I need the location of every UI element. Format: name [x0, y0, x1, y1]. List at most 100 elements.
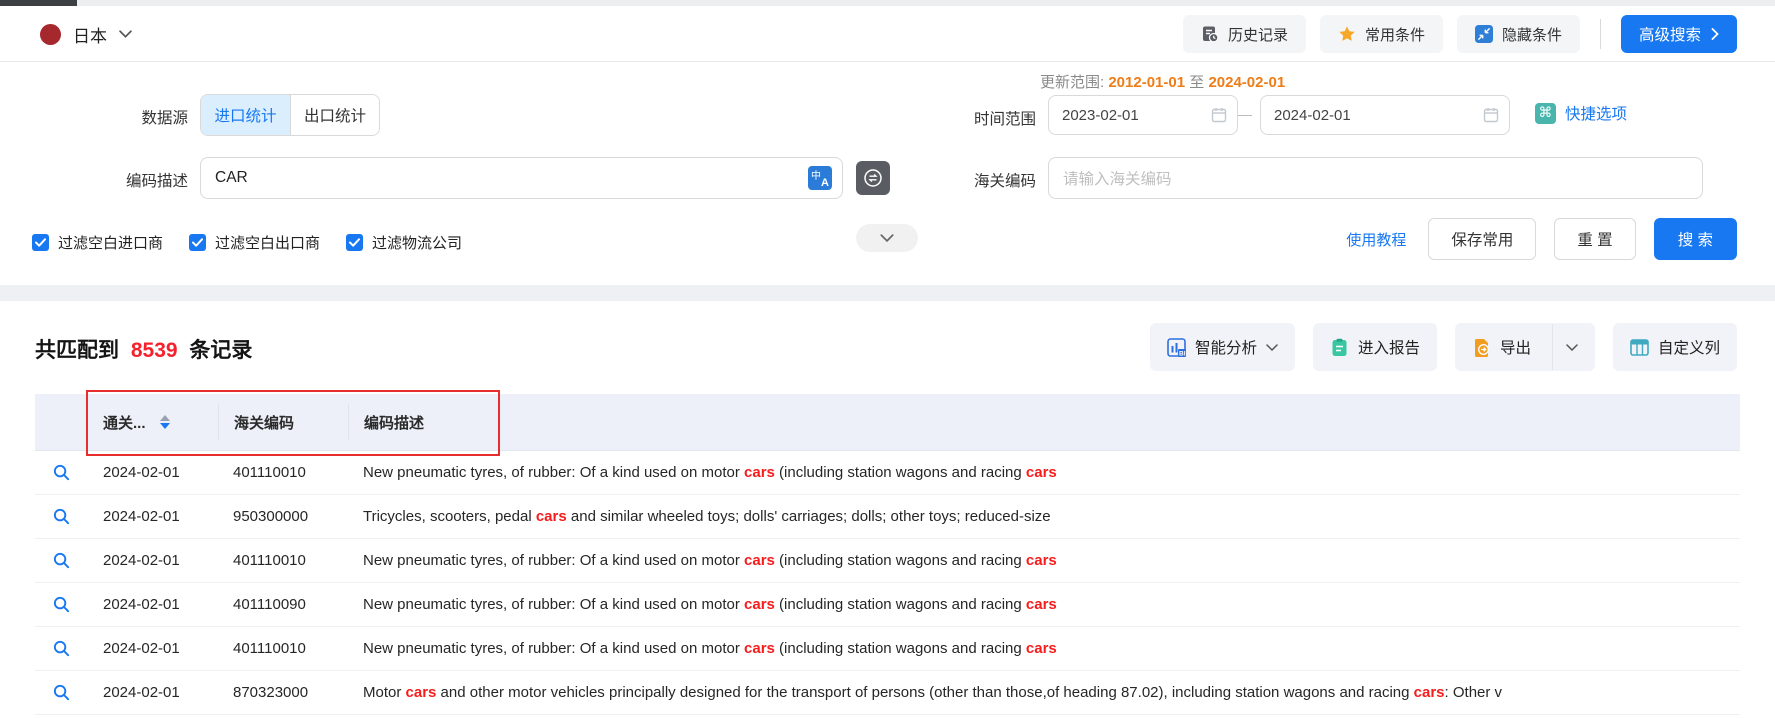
expand-collapse-pill[interactable] — [856, 224, 918, 252]
magnifier-icon[interactable] — [52, 507, 71, 526]
app-screen: 日本 历史记录 常用条件 隐藏条件 高级搜索 更新范 — [0, 0, 1775, 719]
magnifier-icon[interactable] — [52, 595, 71, 614]
table-row[interactable]: 2024-02-01 401110010 New pneumatic tyres… — [35, 451, 1740, 495]
advanced-search-button[interactable]: 高级搜索 — [1621, 15, 1737, 53]
sort-control[interactable] — [160, 415, 170, 429]
quick-options-link[interactable]: ⌘ 快捷选项 — [1535, 102, 1627, 124]
filter-panel: 更新范围: 2012-01-01 至 2024-02-01 数据源 进口统计 出… — [0, 62, 1775, 285]
table-header: 通关... 海关编码 编码描述 — [35, 394, 1740, 451]
top-bar-actions: 历史记录 常用条件 隐藏条件 高级搜索 — [1183, 15, 1737, 53]
history-button[interactable]: 历史记录 — [1183, 15, 1306, 53]
results-count: 8539 — [131, 339, 178, 362]
advanced-search-label: 高级搜索 — [1639, 23, 1701, 45]
chevron-right-icon — [1711, 28, 1719, 40]
tab-import-stats[interactable]: 进口统计 — [201, 95, 290, 135]
cell-date: 2024-02-01 — [103, 684, 180, 701]
date-to-value: 2024-02-01 — [1274, 107, 1483, 124]
checkbox-filter-importer[interactable]: 过滤空白进口商 — [32, 232, 163, 253]
results-summary: 共匹配到 8539 条记录 — [35, 334, 252, 364]
results-table: 通关... 海关编码 编码描述 2024-02-01 401110010 New… — [35, 394, 1740, 715]
date-to-input[interactable]: 2024-02-01 — [1260, 95, 1510, 135]
cell-desc: Motor cars and other motor vehicles prin… — [348, 684, 1740, 701]
magnifier-icon[interactable] — [52, 639, 71, 658]
cell-desc: Tricycles, scooters, pedal cars and simi… — [348, 508, 1740, 525]
smart-analysis-label: 智能分析 — [1195, 336, 1257, 358]
calendar-icon — [1211, 107, 1227, 123]
enter-report-button[interactable]: 进入报告 — [1313, 323, 1437, 371]
cell-date: 2024-02-01 — [103, 552, 180, 569]
checkbox-row: 过滤空白进口商 过滤空白出口商 过滤物流公司 — [32, 228, 462, 256]
collapse-icon — [1475, 25, 1493, 43]
bi-chart-icon: BI — [1167, 338, 1186, 357]
hide-conditions-button[interactable]: 隐藏条件 — [1457, 15, 1580, 53]
code-desc-input[interactable]: CAR 中 A — [200, 157, 843, 199]
table-row[interactable]: 2024-02-01 401110090 New pneumatic tyres… — [35, 583, 1740, 627]
custom-columns-button[interactable]: 自定义列 — [1613, 323, 1737, 371]
save-common-button[interactable]: 保存常用 — [1428, 218, 1536, 260]
cell-date: 2024-02-01 — [103, 464, 180, 481]
chevron-down-icon — [119, 30, 132, 38]
chevron-down-icon — [880, 234, 894, 242]
data-source-label: 数据源 — [0, 106, 188, 128]
table-row[interactable]: 2024-02-01 401110010 New pneumatic tyres… — [35, 627, 1740, 671]
top-bar: 日本 历史记录 常用条件 隐藏条件 高级搜索 — [0, 6, 1775, 62]
checkbox-filter-exporter[interactable]: 过滤空白出口商 — [189, 232, 320, 253]
star-icon — [1338, 25, 1356, 43]
history-icon — [1201, 25, 1219, 43]
cell-date: 2024-02-01 — [103, 508, 180, 525]
table-body: 2024-02-01 401110010 New pneumatic tyres… — [35, 451, 1740, 715]
code-desc-value: CAR — [215, 169, 808, 187]
time-range-label: 时间范围 — [850, 107, 1036, 129]
checkbox-checked-icon — [189, 234, 206, 251]
translate-icon[interactable]: 中 A — [808, 166, 832, 190]
button-divider — [1552, 324, 1553, 370]
country-selector[interactable]: 日本 — [40, 18, 132, 50]
results-toolbar: BI 智能分析 进入报告 导出 自定义列 — [1150, 323, 1737, 371]
header-hs-code[interactable]: 海关编码 — [218, 404, 348, 440]
magnifier-icon[interactable] — [52, 683, 71, 702]
japan-flag-icon — [40, 24, 61, 45]
search-button[interactable]: 搜 索 — [1654, 218, 1737, 260]
update-to-date: 2024-02-01 — [1208, 74, 1285, 91]
tab-export-stats[interactable]: 出口统计 — [290, 95, 379, 135]
export-icon — [1472, 338, 1491, 357]
hs-code-label: 海关编码 — [850, 169, 1036, 191]
table-row[interactable]: 2024-02-01 401110010 New pneumatic tyres… — [35, 539, 1740, 583]
command-icon: ⌘ — [1535, 103, 1556, 124]
cell-date: 2024-02-01 — [103, 596, 180, 613]
cell-code: 401110090 — [218, 596, 348, 613]
smart-analysis-button[interactable]: BI 智能分析 — [1150, 323, 1295, 371]
cell-desc: New pneumatic tyres, of rubber: Of a kin… — [348, 464, 1740, 481]
results-panel: 共匹配到 8539 条记录 BI 智能分析 进入报告 导出 自定义列 — [0, 301, 1775, 719]
sort-down-caret-icon — [160, 423, 170, 429]
favorites-button[interactable]: 常用条件 — [1320, 15, 1443, 53]
date-from-input[interactable]: 2023-02-01 — [1048, 95, 1238, 135]
cell-code: 870323000 — [218, 684, 348, 701]
chevron-down-icon — [1266, 344, 1278, 351]
cell-code: 950300000 — [218, 508, 348, 525]
report-icon — [1330, 338, 1349, 357]
sort-up-caret-icon — [160, 415, 170, 421]
country-name: 日本 — [73, 22, 107, 47]
calendar-icon — [1483, 107, 1499, 123]
export-button[interactable]: 导出 — [1455, 323, 1595, 371]
enter-report-label: 进入报告 — [1358, 336, 1420, 358]
checkbox-filter-logistics[interactable]: 过滤物流公司 — [346, 232, 462, 253]
table-row[interactable]: 2024-02-01 950300000 Tricycles, scooters… — [35, 495, 1740, 539]
divider — [1600, 19, 1601, 49]
columns-icon — [1630, 338, 1649, 357]
cell-desc: New pneumatic tyres, of rubber: Of a kin… — [348, 640, 1740, 657]
header-code-description[interactable]: 编码描述 — [348, 404, 1740, 440]
table-row[interactable]: 2024-02-01 870323000 Motor cars and othe… — [35, 671, 1740, 715]
magnifier-icon[interactable] — [52, 463, 71, 482]
svg-text:BI: BI — [1179, 350, 1186, 357]
magnifier-icon[interactable] — [52, 551, 71, 570]
reset-button[interactable]: 重 置 — [1554, 218, 1635, 260]
checkbox-checked-icon — [32, 234, 49, 251]
header-clearance-date[interactable]: 通关... — [88, 404, 218, 440]
hs-code-input[interactable]: 请输入海关编码 — [1048, 157, 1703, 199]
checkbox-checked-icon — [346, 234, 363, 251]
tutorial-link[interactable]: 使用教程 — [1346, 229, 1406, 250]
favorites-label: 常用条件 — [1365, 24, 1425, 45]
chevron-down-icon[interactable] — [1566, 344, 1578, 351]
